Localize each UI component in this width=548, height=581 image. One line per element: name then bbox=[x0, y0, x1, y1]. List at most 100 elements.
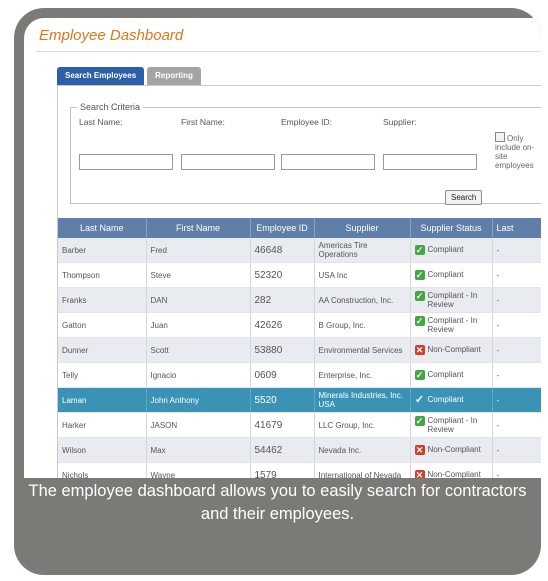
cell-first-name: Steve bbox=[146, 262, 251, 288]
cell-employee-id: 54462 bbox=[250, 437, 315, 463]
cell-employee-id: 52320 bbox=[250, 262, 315, 288]
status-text: Compliant - In Review bbox=[427, 416, 478, 434]
cell-supplier: Environmental Services bbox=[314, 337, 411, 363]
cell-last: - bbox=[492, 287, 541, 313]
cell-first-name: Fred bbox=[146, 238, 251, 263]
table-row[interactable]: Laman John Anthony 5520 Minerals Industries… bbox=[58, 387, 541, 413]
caption: The employee dashboard allows you to eas… bbox=[28, 482, 527, 523]
supplier-input[interactable] bbox=[383, 154, 477, 170]
cell-supplier-status: ✓ Compliant bbox=[410, 238, 493, 263]
cell-last: - bbox=[492, 437, 541, 463]
cell-employee-id: 5520 bbox=[250, 387, 315, 413]
checkbox-icon[interactable] bbox=[495, 132, 505, 142]
cell-supplier-status: ✓ Compliant bbox=[410, 362, 493, 388]
cell-supplier-status: ✓ Compliant - In Review bbox=[410, 412, 493, 438]
cell-last: - bbox=[492, 387, 541, 413]
cell-supplier-status: ✓ Compliant - In Review bbox=[410, 312, 493, 338]
cell-last-name: Thompson bbox=[58, 262, 147, 288]
cell-supplier: USA Inc bbox=[314, 262, 411, 288]
cell-supplier: International of Nevada bbox=[314, 462, 411, 478]
device-frame: Employee Dashboard Search Employees Repo… bbox=[14, 8, 541, 575]
tab-bar: Search Employees Reporting bbox=[57, 67, 204, 85]
cell-last-name: Wilson bbox=[58, 437, 147, 463]
cell-last-name: Dunner bbox=[58, 337, 147, 363]
cell-last: - bbox=[492, 312, 541, 338]
cell-employee-id: 0609 bbox=[250, 362, 315, 388]
employee-table: Last Name First Name Employee ID Supplie… bbox=[58, 218, 541, 478]
cell-last-name: Gatton bbox=[58, 312, 147, 338]
cell-last-name: Barber bbox=[58, 238, 147, 263]
check-icon: ✓ bbox=[414, 270, 425, 280]
status-text: Compliant bbox=[427, 270, 464, 279]
first-name-label: First Name: bbox=[181, 117, 225, 127]
x-icon: ✕ bbox=[414, 345, 425, 355]
cell-employee-id: 282 bbox=[250, 287, 315, 313]
tab-reporting[interactable]: Reporting bbox=[147, 67, 201, 85]
cell-first-name: John Anthony bbox=[146, 387, 251, 413]
cell-supplier: Nevada Inc. bbox=[314, 437, 411, 463]
cell-first-name: Scott bbox=[146, 337, 251, 363]
search-button[interactable]: Search bbox=[445, 190, 483, 205]
table-row[interactable]: Dunner Scott 53880 Environmental Services ✕ N… bbox=[58, 337, 541, 363]
employee-table-body: Barber Fred 46648 Americas Tire Operations ✓… bbox=[58, 238, 541, 478]
supplier-label: Supplier: bbox=[383, 117, 417, 127]
search-criteria-legend: Search Criteria bbox=[80, 102, 141, 112]
cell-last: - bbox=[492, 362, 541, 388]
cell-first-name: DAN bbox=[146, 287, 251, 313]
cell-supplier: AA Construction, Inc. bbox=[314, 287, 411, 313]
table-row[interactable]: Nichols Wayne 1579 International of Nevada ✕… bbox=[58, 462, 541, 478]
search-criteria: Search Criteria Last Name: First Name: E… bbox=[70, 102, 541, 205]
status-text: Compliant - In Review bbox=[427, 316, 478, 334]
search-panel: Search Criteria Last Name: First Name: E… bbox=[57, 85, 541, 478]
column-header-last-name[interactable]: Last Name bbox=[58, 218, 147, 238]
cell-last-name: Telly bbox=[58, 362, 147, 388]
last-name-input[interactable] bbox=[79, 154, 173, 170]
cell-supplier: Americas Tire Operations bbox=[314, 238, 411, 263]
cell-employee-id: 1579 bbox=[250, 462, 315, 478]
page-title: Employee Dashboard bbox=[39, 27, 184, 44]
cell-last: - bbox=[492, 337, 541, 363]
table-row[interactable]: Thompson Steve 52320 USA Inc ✓ Compliant - bbox=[58, 262, 541, 288]
cell-employee-id: 53880 bbox=[250, 337, 315, 363]
x-icon: ✕ bbox=[414, 470, 425, 478]
cell-last: - bbox=[492, 238, 541, 263]
check-icon: ✓ bbox=[414, 394, 425, 406]
check-icon: ✓ bbox=[414, 316, 425, 326]
employee-id-input[interactable] bbox=[281, 154, 375, 170]
onsite-filter: Only include on-site employees bbox=[495, 132, 541, 170]
column-header-employee-id[interactable]: Employee ID bbox=[250, 218, 315, 238]
column-header-supplier[interactable]: Supplier bbox=[314, 218, 411, 238]
cell-supplier: B Group, Inc. bbox=[314, 312, 411, 338]
table-row[interactable]: Barber Fred 46648 Americas Tire Operations ✓… bbox=[58, 238, 541, 263]
cell-employee-id: 41679 bbox=[250, 412, 315, 438]
status-text: Compliant bbox=[427, 370, 464, 379]
table-row[interactable]: Wilson Max 54462 Nevada Inc. ✕ Non-Compliant - bbox=[58, 437, 541, 463]
tab-search-employees[interactable]: Search Employees bbox=[57, 67, 145, 85]
status-text: Non-Compliant bbox=[427, 470, 481, 478]
check-icon: ✓ bbox=[414, 291, 425, 301]
cell-supplier-status: ✓ Compliant - In Review bbox=[410, 287, 493, 313]
status-text: Non-Compliant bbox=[427, 445, 481, 454]
cell-employee-id: 46648 bbox=[250, 238, 315, 263]
table-row[interactable]: Telly Ignacio 0609 Enterprise, Inc. ✓ Complia… bbox=[58, 362, 541, 388]
cell-first-name: Ignacio bbox=[146, 362, 251, 388]
cell-first-name: Juan bbox=[146, 312, 251, 338]
title-divider bbox=[36, 51, 541, 52]
table-row[interactable]: Harker JASON 41679 LLC Group, Inc. ✓ Complian… bbox=[58, 412, 541, 438]
check-icon: ✓ bbox=[414, 245, 425, 255]
first-name-input[interactable] bbox=[181, 154, 275, 170]
table-row[interactable]: Gatton Juan 42626 B Group, Inc. ✓ Compliant -… bbox=[58, 312, 541, 338]
cell-last: - bbox=[492, 412, 541, 438]
cell-supplier-status: ✓ Compliant bbox=[410, 262, 493, 288]
cell-last-name: Franks bbox=[58, 287, 147, 313]
cell-last-name: Harker bbox=[58, 412, 147, 438]
check-icon: ✓ bbox=[414, 416, 425, 426]
column-header-supplier-status[interactable]: Supplier Status bbox=[410, 218, 493, 238]
table-row[interactable]: Franks DAN 282 AA Construction, Inc. ✓ Compli… bbox=[58, 287, 541, 313]
check-icon: ✓ bbox=[414, 370, 425, 380]
column-header-first-name[interactable]: First Name bbox=[146, 218, 251, 238]
cell-supplier-status: ✕ Non-Compliant bbox=[410, 462, 493, 478]
column-header-last[interactable]: Last bbox=[492, 218, 541, 238]
cell-supplier-status: ✕ Non-Compliant bbox=[410, 337, 493, 363]
x-icon: ✕ bbox=[414, 445, 425, 455]
